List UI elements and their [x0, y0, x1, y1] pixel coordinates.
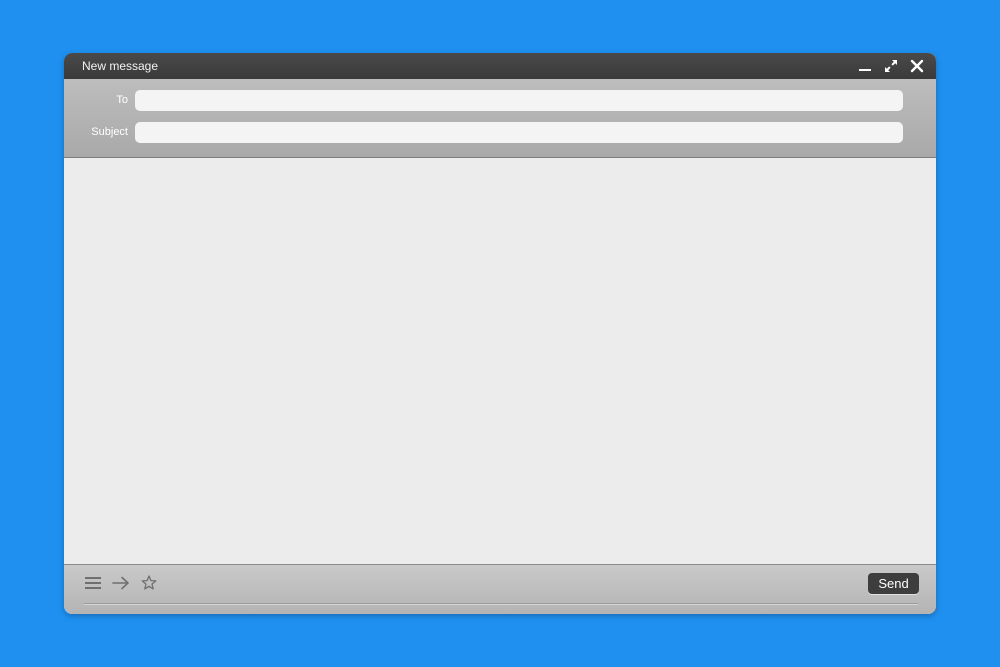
minimize-icon [859, 69, 871, 71]
header-fields: To Subject [64, 79, 936, 158]
menu-button[interactable] [84, 574, 102, 592]
subject-label: Subject [91, 126, 128, 138]
to-label: To [116, 94, 128, 106]
arrow-right-icon [112, 576, 129, 590]
star-icon [141, 575, 157, 590]
to-row: To [64, 90, 936, 112]
expand-button[interactable] [880, 57, 902, 75]
minimize-button[interactable] [854, 57, 876, 75]
window-controls [854, 57, 928, 75]
message-body[interactable] [64, 158, 936, 564]
send-button[interactable]: Send [868, 573, 919, 594]
subject-field[interactable] [135, 122, 903, 143]
close-icon [910, 59, 924, 73]
window-title: New message [82, 59, 159, 73]
footer-toolbar: Send [64, 564, 936, 614]
close-button[interactable] [906, 57, 928, 75]
subject-row: Subject [64, 122, 936, 144]
to-field[interactable] [135, 90, 903, 111]
compose-window: New message To Subject Send [64, 53, 936, 614]
star-button[interactable] [140, 574, 158, 592]
title-bar: New message [64, 53, 936, 79]
forward-button[interactable] [112, 574, 130, 592]
footer-divider [84, 603, 918, 605]
expand-icon [885, 60, 897, 72]
footer-icons [84, 574, 158, 592]
menu-icon [85, 577, 101, 589]
